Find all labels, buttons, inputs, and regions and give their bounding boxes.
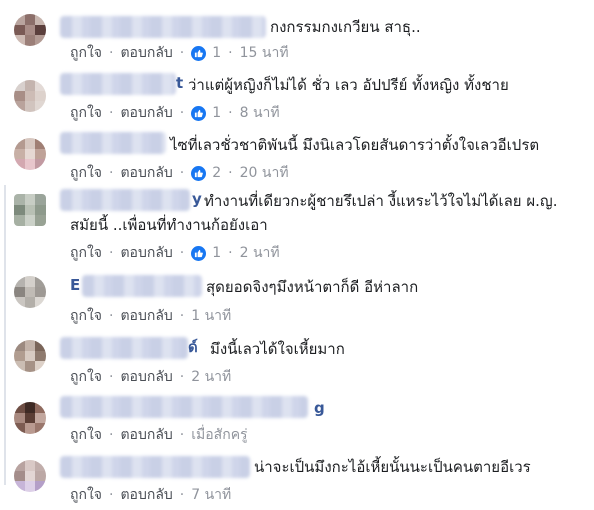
thread-line: [4, 185, 6, 485]
timestamp[interactable]: เมื่อสักครู่: [191, 424, 247, 446]
comment-author[interactable]: [60, 456, 250, 478]
comment-text: น่าจะเป็นมึงกะไอ้เหี้ยนั้นนะเป็นคนตายอีเ…: [254, 458, 531, 476]
like-count[interactable]: 1: [212, 245, 221, 261]
reply-link[interactable]: ตอบกลับ: [120, 424, 172, 446]
comment-author[interactable]: [60, 337, 188, 359]
like-link[interactable]: ถูกใจ: [70, 162, 102, 184]
avatar[interactable]: [14, 402, 46, 434]
comment-text: สุดยอดจิงๆมึงหน้าตาก็ดี อีห่าลาก: [206, 278, 419, 296]
like-count[interactable]: 1: [212, 45, 221, 61]
timestamp[interactable]: 2 นาที: [240, 242, 280, 264]
separator: ·: [179, 487, 185, 503]
comment-actions: ถูกใจ · ตอบกลับ · 7 นาที: [70, 484, 231, 506]
timestamp[interactable]: 1 นาที: [191, 305, 231, 327]
comment-actions: ถูกใจ · ตอบกลับ · 2 · 20 นาที: [70, 162, 289, 184]
like-link[interactable]: ถูกใจ: [70, 42, 102, 64]
thumbs-up-icon[interactable]: [191, 165, 207, 181]
separator: ·: [179, 427, 185, 443]
comment-text: ไซที่เลวชั่วชาติพันนี้ มึงนิเลวโดยสันดาร…: [170, 136, 540, 154]
comment-actions: ถูกใจ · ตอบกลับ · 1 · 2 นาที: [70, 242, 280, 264]
separator: ·: [228, 45, 233, 61]
comment-author-suffix[interactable]: g: [314, 398, 325, 419]
separator: ·: [228, 165, 233, 181]
like-link[interactable]: ถูกใจ: [70, 366, 102, 388]
like-link[interactable]: ถูกใจ: [70, 242, 102, 264]
reply-link[interactable]: ตอบกลับ: [120, 162, 172, 184]
thumbs-up-icon[interactable]: [191, 45, 207, 61]
separator: ·: [179, 165, 185, 181]
separator: ·: [228, 105, 233, 121]
separator: ·: [179, 105, 185, 121]
reply-link[interactable]: ตอบกลับ: [120, 484, 172, 506]
avatar[interactable]: [14, 80, 46, 112]
reply-link[interactable]: ตอบกลับ: [120, 305, 172, 327]
comment-actions: ถูกใจ · ตอบกลับ · 1 · 8 นาที: [70, 102, 280, 124]
separator: ·: [179, 308, 185, 324]
comment-actions: ถูกใจ · ตอบกลับ · 2 นาที: [70, 366, 231, 388]
avatar[interactable]: [14, 340, 46, 372]
avatar[interactable]: [14, 276, 46, 308]
reply-link[interactable]: ตอบกลับ: [120, 42, 172, 64]
comment-text: กงกรรมกงเกวียน สาธุ..: [270, 18, 421, 36]
comment-author-suffix[interactable]: t: [176, 73, 183, 94]
like-link[interactable]: ถูกใจ: [70, 484, 102, 506]
separator: ·: [109, 369, 114, 385]
separator: ·: [179, 45, 185, 61]
timestamp[interactable]: 2 นาที: [191, 366, 231, 388]
timestamp[interactable]: 8 นาที: [240, 102, 280, 124]
comment-text-line2: สมัยนี้ ..เพื่อนที่ทำงานก้อยังเอา: [70, 216, 268, 234]
like-link[interactable]: ถูกใจ: [70, 305, 102, 327]
separator: ·: [179, 369, 185, 385]
like-link[interactable]: ถูกใจ: [70, 102, 102, 124]
separator: ·: [109, 45, 114, 61]
comment-text: มึงนี้เลวได้ใจเหี้ยมาก: [210, 340, 345, 358]
comment-author[interactable]: [60, 16, 266, 38]
comment-author[interactable]: [82, 275, 202, 297]
comment-author[interactable]: [60, 396, 308, 418]
avatar[interactable]: [14, 460, 46, 492]
comment-actions: ถูกใจ · ตอบกลับ · 1 · 15 นาที: [70, 42, 289, 64]
comment-author-suffix[interactable]: y: [192, 189, 202, 210]
reply-link[interactable]: ตอบกลับ: [120, 102, 172, 124]
comment-author[interactable]: [60, 132, 166, 154]
like-count[interactable]: 1: [212, 105, 221, 121]
like-count[interactable]: 2: [212, 165, 221, 181]
comment-author[interactable]: [60, 189, 190, 211]
comment-author-prefix[interactable]: E: [70, 275, 80, 296]
avatar[interactable]: [14, 194, 46, 226]
separator: ·: [109, 105, 114, 121]
thumbs-up-icon[interactable]: [191, 105, 207, 121]
separator: ·: [109, 487, 114, 503]
comment-actions: ถูกใจ · ตอบกลับ · 1 นาที: [70, 305, 231, 327]
comment-author-suffix[interactable]: ด์: [188, 337, 198, 358]
like-link[interactable]: ถูกใจ: [70, 424, 102, 446]
separator: ·: [228, 245, 233, 261]
separator: ·: [109, 245, 114, 261]
separator: ·: [179, 245, 185, 261]
timestamp[interactable]: 7 นาที: [191, 484, 231, 506]
separator: ·: [109, 308, 114, 324]
timestamp[interactable]: 15 นาที: [240, 42, 289, 64]
comment-author[interactable]: [60, 73, 176, 95]
reply-link[interactable]: ตอบกลับ: [120, 366, 172, 388]
comment-actions: ถูกใจ · ตอบกลับ · เมื่อสักครู่: [70, 424, 248, 446]
timestamp[interactable]: 20 นาที: [240, 162, 289, 184]
comment-text: ว่าแต่ผู้หญิงก็ไม่ได้ ชั่ว เลว อัปปรีย์ …: [188, 76, 509, 94]
reply-link[interactable]: ตอบกลับ: [120, 242, 172, 264]
separator: ·: [109, 427, 114, 443]
separator: ·: [109, 165, 114, 181]
thumbs-up-icon[interactable]: [191, 245, 207, 261]
comment-text: ทำงานที่เดียวกะผู้ชายรึเปล่า งี้แหระไว้ใ…: [204, 192, 558, 210]
avatar[interactable]: [14, 138, 46, 170]
avatar[interactable]: [14, 14, 46, 46]
